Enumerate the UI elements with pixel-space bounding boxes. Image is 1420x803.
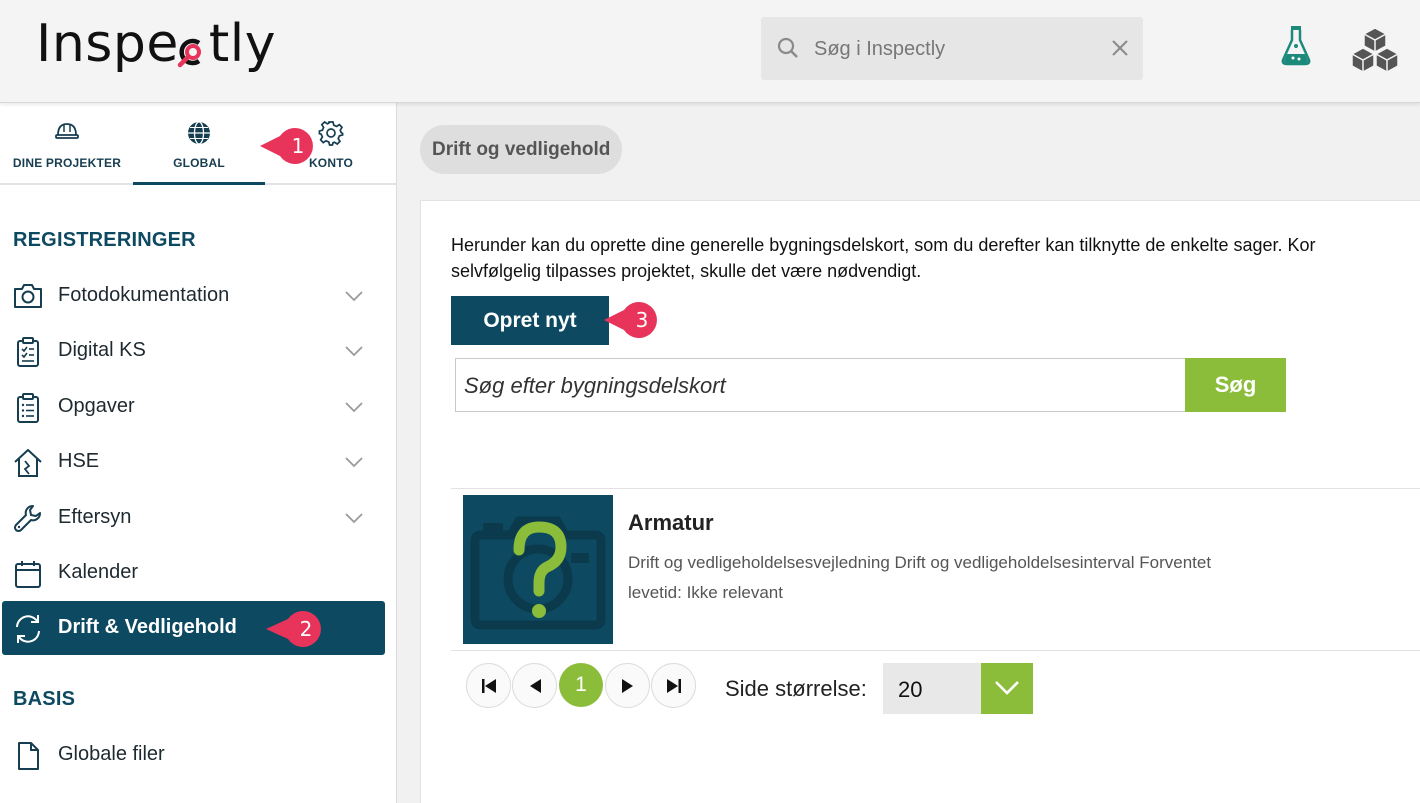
last-page-icon [666,678,681,693]
last-page-button[interactable] [651,663,696,708]
search-icon [777,37,799,64]
top-header: Inspe tly Søg i Inspectly [0,0,1420,103]
magnifier-logo-icon [177,25,209,68]
item-desc-line: levetid: Ikke relevant [628,583,783,602]
item-title[interactable]: Armatur [628,510,714,536]
chevron-down-icon[interactable] [344,289,364,307]
divider [451,650,1420,651]
item-description: Drift og vedligeholdelsesvejledning Drif… [628,548,1328,608]
tab-global[interactable]: GLOBAL [133,103,265,185]
breadcrumb[interactable]: Drift og vedligehold [420,125,623,174]
section-title-basis: BASIS [13,688,76,710]
previous-page-button[interactable] [512,663,557,708]
sidebar-item-label: Digital KS [58,339,146,361]
flask-icon[interactable] [1281,24,1311,71]
next-page-icon [621,678,633,693]
sidebar-item-label: HSE [58,450,100,472]
sidebar-item-fotodokumentation[interactable]: Fotodokumentation [0,269,386,323]
clipboard-icon [12,392,44,429]
sidebar-item-label: Drift & Vedligehold [58,616,237,638]
chevron-down-icon[interactable] [344,511,364,529]
sidebar-item-label: Kalender [58,561,139,583]
callout-badge-1: 1 [258,126,322,166]
previous-page-icon [529,678,541,693]
callout-number: 2 [299,617,313,641]
wrench-icon [12,503,44,540]
checklist-icon [12,336,44,373]
item-desc-line: Drift og vedligeholdelsesvejledning Drif… [628,553,1212,572]
item-thumbnail[interactable] [463,495,613,644]
section-title-registreringer: REGISTRERINGER [13,229,196,251]
tab-dine-projekter[interactable]: DINE PROJEKTER [1,103,133,185]
chevron-down-icon [995,681,1019,695]
cubes-icon[interactable] [1350,26,1400,77]
logo-text-right: tly [208,14,276,74]
search-input-placeholder: Søg efter bygningsdelskort [464,373,726,398]
sidebar-tabs: DINE PROJEKTER GLOBAL KONTO [0,103,397,185]
sidebar-item-globale-filer[interactable]: Globale filer [0,728,386,782]
callout-badge-2: 2 [264,609,330,649]
first-page-button[interactable] [466,663,511,708]
callout-number: 1 [291,134,305,158]
intro-line-1: Herunder kan du oprette dine generelle b… [451,235,1316,255]
current-page-button[interactable]: 1 [559,663,603,707]
logo-text-left: Inspe [36,14,179,74]
calendar-icon [12,558,44,595]
callout-badge-3: 3 [602,300,666,340]
sidebar-item-eftersyn[interactable]: Eftersyn [0,491,386,545]
page-size-dropdown-button[interactable] [981,663,1033,714]
search-placeholder[interactable]: Søg i Inspectly [814,38,945,61]
callout-number: 3 [635,308,649,332]
page-size-value: 20 [898,677,923,702]
next-page-button[interactable] [605,663,650,708]
intro-text: Herunder kan du oprette dine generelle b… [451,232,1420,284]
create-new-button[interactable]: Opret nyt [451,296,609,345]
sidebar-item-opgaver[interactable]: Opgaver [0,380,386,434]
tab-label: GLOBAL [173,156,225,170]
first-page-icon [481,678,496,693]
sidebar-item-hse[interactable]: HSE [0,435,386,489]
helmet-icon [54,120,80,147]
tab-label: DINE PROJEKTER [12,156,122,170]
sidebar-item-label: Globale filer [58,743,165,765]
inspectly-logo[interactable]: Inspe tly [36,14,276,74]
camera-question-icon [470,516,606,630]
intro-line-2: selvfølgelig tilpasses projektet, skulle… [451,261,922,281]
house-icon [12,447,44,484]
chevron-down-icon[interactable] [344,400,364,418]
globe-icon [186,120,212,151]
page-size-label: Side størrelse: [725,676,867,701]
content-card: Herunder kan du oprette dine generelle b… [420,200,1420,803]
sidebar-item-label: Eftersyn [58,506,132,528]
sidebar-item-label: Opgaver [58,395,135,417]
page-size-select[interactable]: 20 [883,663,983,714]
sidebar-item-kalender[interactable]: Kalender [0,546,386,600]
close-icon[interactable] [1111,39,1129,62]
component-search-input[interactable]: Søg efter bygningsdelskort [455,358,1186,412]
refresh-icon [12,613,44,650]
sidebar-item-label: Fotodokumentation [58,284,230,306]
chevron-down-icon[interactable] [344,344,364,362]
search-button[interactable]: Søg [1185,358,1286,412]
file-icon [12,740,44,777]
sidebar: DINE PROJEKTER GLOBAL KONTO REGISTRERING… [0,103,397,803]
chevron-down-icon[interactable] [344,455,364,473]
camera-icon [12,281,44,316]
sidebar-item-digital-ks[interactable]: Digital KS [0,324,386,378]
divider [451,488,1420,489]
global-search[interactable]: Søg i Inspectly [761,17,1143,80]
